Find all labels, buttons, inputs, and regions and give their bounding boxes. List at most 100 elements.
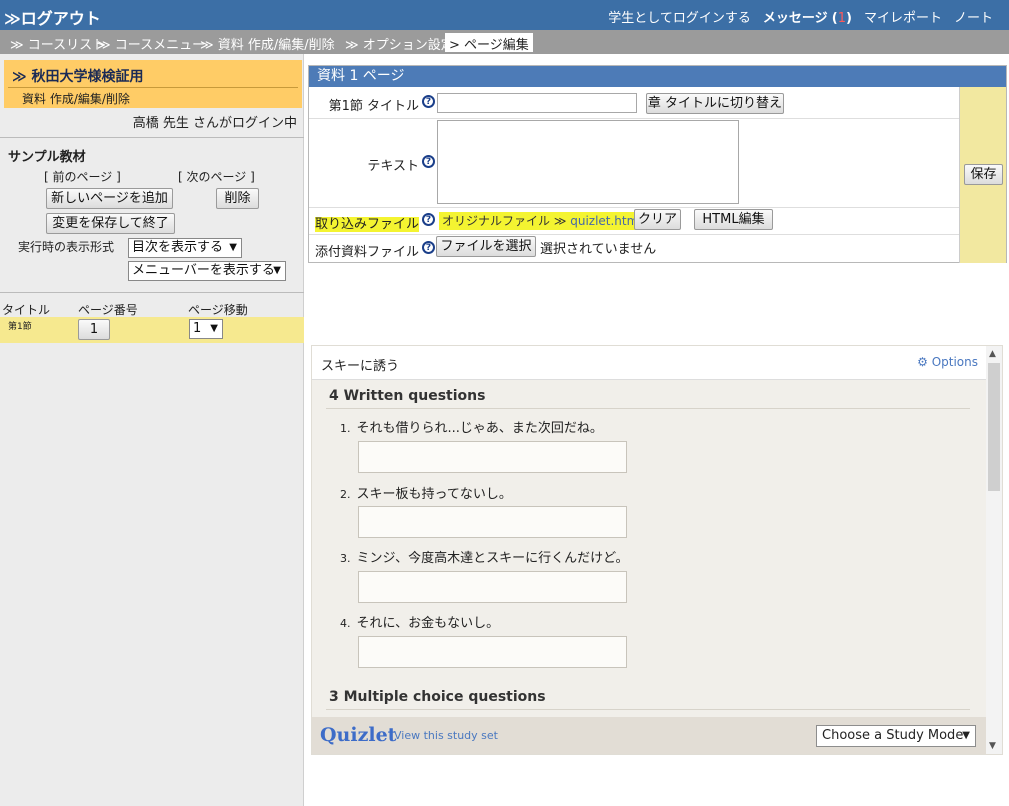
study-mode-value: Choose a Study Mode bbox=[822, 728, 964, 743]
add-page-button[interactable]: 新しいページを追加 bbox=[46, 188, 173, 209]
breadcrumb-material-edit[interactable]: ≫ 資料 作成/編集/削除 bbox=[200, 34, 335, 53]
answer-input[interactable] bbox=[358, 441, 627, 473]
top-nav: 学生としてログインする メッセージ (1) マイレポート ノート bbox=[608, 7, 993, 26]
question-item: 4. それに、お金もないし。 bbox=[340, 612, 499, 631]
help-icon[interactable]: ? bbox=[422, 213, 435, 226]
form-row-import: 取り込みファイル? オリジナルファイル ≫ quizlet.html クリア H… bbox=[309, 208, 959, 235]
view-study-set-link[interactable]: View this study set bbox=[394, 729, 498, 742]
dropdown-arrow-icon: ▼ bbox=[210, 323, 218, 334]
messages-close-paren: ) bbox=[846, 11, 852, 26]
student-login-link[interactable]: 学生としてログインする bbox=[608, 7, 751, 26]
save-exit-button[interactable]: 変更を保存して終了 bbox=[46, 213, 175, 234]
help-icon[interactable]: ? bbox=[422, 155, 435, 168]
messages-link[interactable]: メッセージ (1) bbox=[763, 7, 852, 26]
question-item: 2. スキー板も持ってないし。 bbox=[340, 483, 512, 502]
question-number: 1. bbox=[340, 422, 351, 435]
page-number-button[interactable]: 1 bbox=[78, 319, 110, 340]
next-page-link[interactable]: [ 次のページ ] bbox=[178, 168, 255, 185]
menubar-display-select[interactable]: メニューバーを表示する ▼ bbox=[128, 261, 286, 281]
import-file-label-text: 取り込みファイル bbox=[314, 217, 419, 232]
page-row bbox=[0, 317, 304, 343]
course-name: ≫ 秋田大学様検証用 bbox=[12, 69, 144, 85]
embed-header: スキーに誘う ⚙ Options bbox=[312, 346, 988, 380]
panel-header: 資料 1 ページ bbox=[309, 66, 1006, 87]
question-item: 1. それも借りられ...じゃあ、また次回だね。 bbox=[340, 417, 603, 436]
original-file-link[interactable]: オリジナルファイル ≫ quizlet.html bbox=[439, 212, 645, 230]
section-divider bbox=[326, 408, 970, 409]
question-text: それに、お金もないし。 bbox=[356, 616, 500, 631]
section-divider bbox=[326, 709, 970, 710]
top-bar: ≫ログアウト 学生としてログインする メッセージ (1) マイレポート ノート bbox=[0, 0, 1009, 30]
messages-label: メッセージ bbox=[762, 11, 828, 26]
study-mode-select[interactable]: Choose a Study Mode ▼ bbox=[816, 725, 976, 747]
column-header-title: タイトル bbox=[2, 303, 51, 317]
prev-page-link[interactable]: [ 前のページ ] bbox=[44, 168, 121, 185]
answer-input[interactable] bbox=[358, 571, 627, 603]
embed-footer: Quizlet View this study set Choose a Stu… bbox=[312, 717, 988, 754]
help-icon[interactable]: ? bbox=[422, 95, 435, 108]
breadcrumb-option-settings[interactable]: ≫ オプション設定 bbox=[345, 34, 454, 53]
question-number: 4. bbox=[340, 617, 351, 630]
question-number: 2. bbox=[340, 488, 351, 501]
question-text: スキー板も持ってないし。 bbox=[356, 487, 512, 502]
answer-input[interactable] bbox=[358, 506, 627, 538]
attach-file-label-text: 添付資料ファイル bbox=[314, 245, 419, 260]
save-column: 保存 bbox=[959, 87, 1006, 263]
html-edit-button[interactable]: HTML編集 bbox=[694, 209, 773, 230]
text-label: テキスト? bbox=[367, 155, 435, 174]
form-row-title: 第1節 タイトル? 章 タイトルに切り替え bbox=[309, 87, 959, 119]
breadcrumb-course-menu[interactable]: ≫ コースメニュー bbox=[97, 34, 205, 53]
scroll-up-icon[interactable]: ▲ bbox=[989, 349, 996, 359]
messages-count-badge: 1 bbox=[837, 11, 847, 26]
text-label-text: テキスト bbox=[367, 159, 419, 174]
options-link[interactable]: ⚙ Options bbox=[917, 355, 978, 369]
text-area[interactable] bbox=[437, 120, 739, 204]
question-number: 3. bbox=[340, 552, 351, 565]
embed-scrollbar[interactable]: ▲ ▼ bbox=[986, 346, 1002, 754]
original-file-text: オリジナルファイル ≫ bbox=[442, 214, 567, 228]
attach-file-label: 添付資料ファイル? bbox=[315, 241, 435, 260]
file-name-link[interactable]: quizlet.html bbox=[570, 214, 641, 228]
section-title-label-text: 第1節 タイトル bbox=[328, 99, 419, 114]
save-button[interactable]: 保存 bbox=[964, 164, 1003, 185]
note-link[interactable]: ノート bbox=[954, 7, 993, 26]
help-icon[interactable]: ? bbox=[422, 241, 435, 254]
clear-button[interactable]: クリア bbox=[634, 209, 681, 230]
delete-button[interactable]: 削除 bbox=[216, 188, 259, 209]
menubar-display-value: メニューバーを表示する bbox=[132, 263, 275, 278]
section-title-input[interactable] bbox=[437, 93, 637, 113]
my-report-link[interactable]: マイレポート bbox=[864, 7, 942, 26]
dropdown-arrow-icon: ▼ bbox=[229, 242, 237, 253]
question-text: ミンジ、今度高木達とスキーに行くんだけど。 bbox=[356, 551, 629, 566]
import-file-label: 取り込みファイル? bbox=[314, 213, 435, 232]
study-set-title: スキーに誘う bbox=[321, 359, 400, 374]
page-edit-panel: 資料 1 ページ 第1節 タイトル? 章 タイトルに切り替え テキスト? 取り込… bbox=[308, 65, 1007, 263]
dropdown-arrow-icon: ▼ bbox=[962, 730, 970, 741]
scrollbar-thumb[interactable] bbox=[988, 363, 1000, 491]
answer-input[interactable] bbox=[358, 636, 627, 668]
course-subtitle: 資料 作成/編集/削除 bbox=[22, 92, 130, 106]
page-move-select[interactable]: 1 ▼ bbox=[189, 319, 223, 339]
form-row-attach: 添付資料ファイル? ファイルを選択 選択されていません bbox=[309, 235, 959, 263]
choose-file-button[interactable]: ファイルを選択 bbox=[436, 236, 536, 257]
quizlet-logo[interactable]: Quizlet bbox=[320, 724, 396, 746]
logout-link[interactable]: ≫ログアウト bbox=[4, 5, 101, 29]
page-move-value: 1 bbox=[193, 321, 202, 336]
dropdown-arrow-icon: ▼ bbox=[273, 265, 281, 276]
sidebar: ≫ 秋田大学様検証用 資料 作成/編集/削除 高橋 先生 さんがログイン中 サン… bbox=[0, 54, 304, 806]
scroll-down-icon[interactable]: ▼ bbox=[989, 741, 996, 751]
breadcrumb: ≫ コースリスト ≫ コースメニュー ≫ 資料 作成/編集/削除 ≫ オプション… bbox=[0, 30, 1009, 54]
form-row-text: テキスト? bbox=[309, 119, 959, 208]
toc-display-select[interactable]: 目次を表示する ▼ bbox=[128, 238, 242, 258]
question-item: 3. ミンジ、今度高木達とスキーに行くんだけど。 bbox=[340, 547, 628, 566]
breadcrumb-course-list[interactable]: ≫ コースリスト bbox=[10, 34, 105, 53]
multiple-choice-heading: 3 Multiple choice questions bbox=[329, 689, 546, 705]
switch-to-chapter-button[interactable]: 章 タイトルに切り替え bbox=[646, 93, 784, 114]
page-row-title: 第1節 bbox=[8, 322, 32, 332]
quizlet-embed: スキーに誘う ⚙ Options 4 Written questions 1. そ… bbox=[311, 345, 1003, 755]
login-user-text: 高橋 先生 さんがログイン中 bbox=[132, 116, 297, 131]
breadcrumb-current-page: > ページ編集 bbox=[445, 33, 533, 53]
toc-display-value: 目次を表示する bbox=[132, 240, 224, 255]
material-title: サンプル教材 bbox=[8, 150, 86, 165]
section-title-label: 第1節 タイトル? bbox=[329, 95, 435, 114]
